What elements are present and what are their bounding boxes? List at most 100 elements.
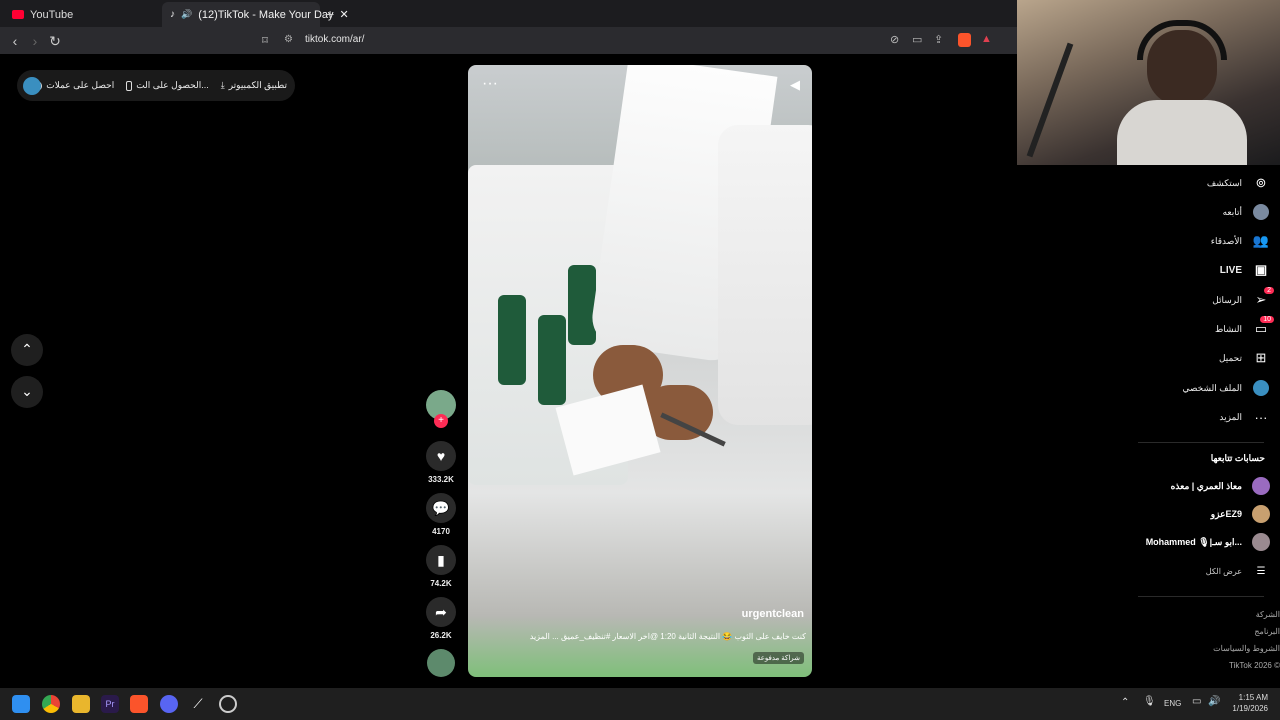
reload-icon[interactable]: ↻ [46, 32, 64, 50]
volume-icon[interactable]: ◀ [790, 77, 800, 93]
sidebar-item-friends[interactable]: الأصدقاء 👥 [1130, 229, 1270, 253]
activity-icon: ▭ 10 [1252, 316, 1274, 338]
microphone-icon[interactable]: 🎙 [1143, 696, 1156, 707]
followed-account[interactable]: معاذ العمري | معذه [1130, 476, 1270, 496]
sidebar-item-label: تحميل [1218, 352, 1242, 363]
sidebar-item-label: النشاط [1214, 323, 1242, 334]
forward-icon[interactable]: › [26, 32, 44, 50]
save-button[interactable]: ▮ 74.2K [426, 545, 456, 588]
copyright: TikTok 2026 © [1229, 661, 1280, 670]
cast-icon[interactable]: ▭ [912, 33, 922, 46]
download-icon: ⤓ [220, 80, 225, 90]
tab-tiktok[interactable]: ♪ 🔊 (12)TikTok - Make Your Day ✕ [162, 2, 349, 27]
footer-link[interactable]: الشركة [1160, 606, 1280, 623]
language-indicator[interactable]: ENG [1164, 699, 1181, 708]
get-coins-link[interactable]: احصل على عملات [32, 80, 114, 91]
sidebar-item-more[interactable]: المزيد ··· [1130, 405, 1270, 429]
footer-link[interactable]: الشروط والسياسات [1160, 640, 1280, 657]
next-video-button[interactable]: ⌄ [11, 376, 43, 408]
account-avatar [1252, 533, 1270, 551]
heart-icon: ♥ [426, 441, 456, 471]
speaker-icon[interactable]: 🔊 [181, 9, 192, 20]
like-button[interactable]: ♥ 333.2K [426, 441, 456, 484]
tab-youtube[interactable]: YouTube [4, 2, 154, 27]
share-icon[interactable]: ⇪ [934, 33, 943, 46]
sidebar-item-label: أتابعه [1222, 206, 1242, 217]
phone-icon [126, 80, 133, 91]
chevron-down-icon: ⌄ [21, 383, 33, 399]
sidebar-item-explore[interactable]: استكشف ⊚ [1130, 171, 1270, 195]
share-button[interactable]: ➦ 26.2K [426, 597, 456, 640]
windows-start-icon[interactable] [12, 695, 30, 713]
get-app-link[interactable]: الحصول على الت... [126, 80, 209, 91]
more-options-icon[interactable]: ··· [482, 75, 498, 93]
followed-account[interactable]: Mohammed 🎙|ابو سـ... [1130, 532, 1270, 552]
sidebar-item-upload[interactable]: تحميل ⊞ [1130, 346, 1270, 370]
chevron-up-icon[interactable]: ⌃ [1121, 697, 1129, 708]
comment-count: 4170 [432, 527, 450, 536]
bookmark-icon[interactable]: ⌑ [256, 32, 274, 50]
speaker-icon[interactable]: 🔊 [1208, 696, 1220, 707]
video-author[interactable]: urgentclean [742, 608, 804, 620]
divider [1138, 596, 1264, 597]
sidebar-item-following[interactable]: أتابعه [1130, 200, 1270, 224]
user-avatar[interactable] [23, 76, 41, 95]
sound-disc[interactable] [426, 649, 456, 677]
comment-icon: 💬 [426, 493, 456, 523]
mic-arm [1026, 42, 1074, 158]
sidebar-item-messages[interactable]: الرسائل ➢ 2 [1130, 287, 1274, 312]
live-icon: ▣ [1254, 262, 1268, 277]
chrome-icon[interactable] [42, 695, 60, 713]
see-all-label: عرض الكل [1205, 566, 1242, 576]
no-translate-icon[interactable]: ⊘ [890, 33, 899, 46]
close-icon[interactable]: ✕ [340, 8, 349, 21]
obs-icon[interactable] [219, 695, 237, 713]
footer-links: الشركة البرنامج الشروط والسياسات TikTok … [1160, 606, 1280, 674]
avatar-icon [1252, 203, 1270, 221]
premiere-icon[interactable]: Pr [101, 695, 119, 713]
save-count: 74.2K [430, 579, 452, 588]
compass-icon: ⊚ [1255, 175, 1267, 190]
url-text[interactable]: tiktok.com/ar/ [305, 34, 364, 45]
sidebar-item-label: الملف الشخصي [1182, 382, 1242, 393]
back-icon[interactable]: ‹ [6, 32, 24, 50]
more-icon: ··· [1254, 409, 1268, 425]
desktop-app-link[interactable]: ⤓ تطبيق الكمبيوتر [221, 80, 287, 91]
discord-icon[interactable] [160, 695, 178, 713]
new-tab-button[interactable]: + [326, 6, 334, 22]
comment-button[interactable]: 💬 4170 [426, 493, 456, 536]
brave-rewards-icon[interactable]: ▲ [981, 33, 992, 45]
tiktok-icon: ♪ [170, 9, 175, 20]
like-count: 333.2K [428, 475, 454, 484]
sidebar-item-profile[interactable]: الملف الشخصي [1130, 376, 1270, 400]
clock[interactable]: 1:15 AM 1/19/2026 [1226, 692, 1268, 714]
address-bar: ‹ › ↻ ⌑ ⚙ tiktok.com/ar/ ⊘ ▭ ⇪ ▲ [0, 27, 1017, 54]
followed-account[interactable]: عزوEZ9 [1130, 504, 1270, 524]
monitor-icon[interactable]: ▭ [1192, 696, 1201, 707]
messages-badge: 2 [1264, 287, 1274, 294]
upload-icon: ⊞ [1255, 350, 1267, 365]
brave-icon[interactable] [130, 695, 148, 713]
footer-link[interactable]: البرنامج [1160, 623, 1280, 640]
divider [1138, 442, 1264, 443]
author-avatar-button[interactable]: + [426, 390, 456, 428]
list-icon: ☰ [1256, 565, 1266, 577]
brave-shield-icon[interactable] [958, 33, 971, 47]
streamer-hoodie [1117, 100, 1247, 165]
desktop-app-label: تطبيق الكمبيوتر [228, 80, 287, 90]
sidebar-item-activity[interactable]: النشاط ▭ 10 [1130, 316, 1274, 341]
headset [1137, 20, 1227, 60]
see-all-button[interactable]: عرض الكل ☰ [1130, 559, 1270, 583]
chevron-up-icon: ⌃ [21, 341, 33, 357]
follow-plus-icon[interactable]: + [434, 414, 448, 428]
send-icon: ➢ 2 [1252, 287, 1274, 309]
app-icon[interactable]: ⟋ [189, 695, 207, 713]
account-name: معاذ العمري | معذه [1170, 480, 1242, 491]
sidebar-item-live[interactable]: LIVE ▣ [1130, 258, 1270, 282]
friends-icon: 👥 [1252, 233, 1270, 248]
video-player[interactable]: ··· ◀ urgentclean كنت خايف على الثوب 😂 ا… [468, 65, 812, 677]
file-explorer-icon[interactable] [72, 695, 90, 713]
account-avatar [1252, 477, 1270, 495]
site-info-icon[interactable]: ⚙ [284, 34, 293, 45]
previous-video-button[interactable]: ⌃ [11, 334, 43, 366]
